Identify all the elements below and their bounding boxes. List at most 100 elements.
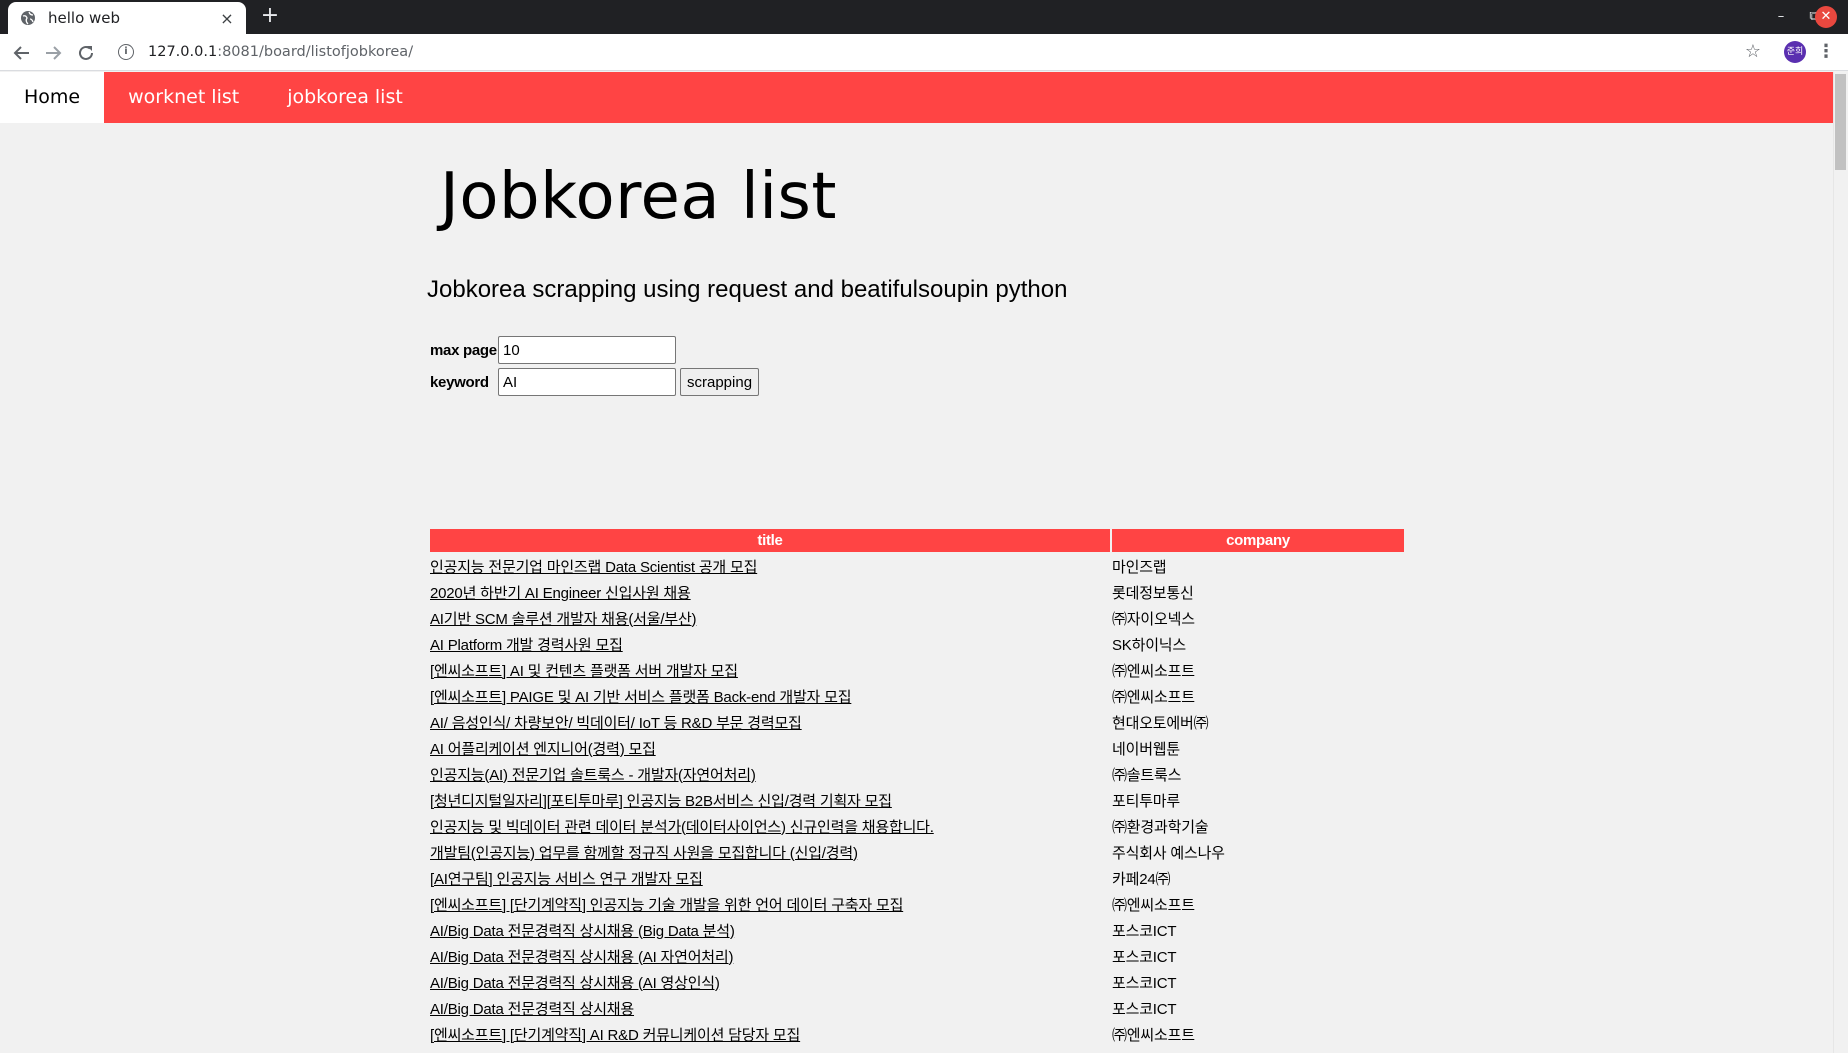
job-title-cell: AI 어플리케이션 엔지니어(경력) 모집 — [430, 736, 1110, 760]
company-cell: ㈜엔씨소프트 — [1112, 1026, 1195, 1044]
job-title-cell: AI/Big Data 전문경력직 상시채용 — [430, 996, 1110, 1020]
browser-tab-strip: hello web × + – ⧉ ✕ — [0, 0, 1848, 34]
company-cell: 현대오토에버㈜ — [1112, 714, 1209, 732]
page-title: Jobkorea list — [440, 160, 837, 234]
job-title-cell: [엔씨소프트] [단기계약직] AI R&D 커뮤니케이션 담당자 모집 — [430, 1022, 1110, 1046]
table-row: AI/Big Data 전문경력직 상시채용 포스코ICT — [430, 996, 1404, 1020]
table-row: AI기반 SCM 솔루션 개발자 채용(서울/부산) ㈜자이오넥스 — [430, 606, 1404, 630]
company-cell: ㈜자이오넥스 — [1112, 610, 1195, 628]
company-cell: 주식회사 예스나우 — [1112, 844, 1225, 862]
job-title-cell: AI기반 SCM 솔루션 개발자 채용(서울/부산) — [430, 606, 1110, 630]
page-subtitle: Jobkorea scrapping using request and bea… — [427, 276, 1068, 303]
job-title-link[interactable]: AI 어플리케이션 엔지니어(경력) 모집 — [430, 741, 656, 758]
job-title-link[interactable]: AI/Big Data 전문경력직 상시채용 (AI 자연어처리) — [430, 949, 734, 966]
job-title-link[interactable]: AI Platform 개발 경력사원 모집 — [430, 637, 623, 654]
job-title-cell: 2020년 하반기 AI Engineer 신입사원 채용 — [430, 580, 1110, 604]
job-title-link[interactable]: 인공지능 전문기업 마인즈랩 Data Scientist 공개 모집 — [430, 559, 757, 576]
company-cell: ㈜엔씨소프트 — [1112, 688, 1195, 706]
company-cell: ㈜엔씨소프트 — [1112, 896, 1195, 914]
job-title-cell: AI Platform 개발 경력사원 모집 — [430, 632, 1110, 656]
company-cell: 롯데정보통신 — [1112, 584, 1194, 602]
job-title-cell: 개발팀(인공지능) 업무를 함께할 정규직 사원을 모집합니다 (신입/경력) — [430, 840, 1110, 864]
job-title-cell: 인공지능(AI) 전문기업 솔트룩스 - 개발자(자연어처리) — [430, 762, 1110, 786]
table-header-row: title company — [430, 529, 1404, 552]
page-viewport: Home worknet list jobkorea list Jobkorea… — [0, 72, 1848, 1053]
company-cell: ㈜환경과학기술 — [1112, 818, 1209, 836]
company-cell: ㈜솔트룩스 — [1112, 766, 1182, 784]
avatar[interactable]: 준희 — [1784, 41, 1806, 63]
job-title-link[interactable]: [AI연구팀] 인공지능 서비스 연구 개발자 모집 — [430, 871, 703, 888]
table-row: [AI연구팀] 인공지능 서비스 연구 개발자 모집 카페24㈜ — [430, 866, 1404, 890]
nav-jobkorea-list[interactable]: jobkorea list — [263, 72, 427, 123]
job-title-link[interactable]: [엔씨소프트] PAIGE 및 AI 기반 서비스 플랫폼 Back-end 개… — [430, 689, 852, 706]
vertical-scrollbar[interactable] — [1833, 72, 1848, 1053]
job-title-link[interactable]: 개발팀(인공지능) 업무를 함께할 정규직 사원을 모집합니다 (신입/경력) — [430, 845, 858, 862]
job-title-link[interactable]: [청년디지털일자리][포티투마루] 인공지능 B2B서비스 신입/경력 기획자 … — [430, 793, 892, 810]
job-title-link[interactable]: 인공지능(AI) 전문기업 솔트룩스 - 개발자(자연어처리) — [430, 767, 756, 784]
reload-icon[interactable] — [73, 40, 99, 66]
job-title-link[interactable]: 인공지능 및 빅데이터 관련 데이터 분석가(데이터사이언스) 신규인력을 채용… — [430, 819, 934, 836]
job-title-cell: [엔씨소프트] PAIGE 및 AI 기반 서비스 플랫폼 Back-end 개… — [430, 684, 1110, 708]
job-title-link[interactable]: AI/Big Data 전문경력직 상시채용 — [430, 1001, 634, 1018]
table-row: AI/Big Data 전문경력직 상시채용 (AI 영상인식) 포스코ICT — [430, 970, 1404, 994]
table-row: 2020년 하반기 AI Engineer 신입사원 채용 롯데정보통신 — [430, 580, 1404, 604]
job-title-link[interactable]: [엔씨소프트] AI 및 컨텐츠 플랫폼 서버 개발자 모집 — [430, 663, 738, 680]
table-row: 인공지능 및 빅데이터 관련 데이터 분석가(데이터사이언스) 신규인력을 채용… — [430, 814, 1404, 838]
column-header-company: company — [1112, 529, 1404, 552]
job-title-cell: AI/Big Data 전문경력직 상시채용 (Big Data 분석) — [430, 918, 1110, 942]
job-title-link[interactable]: AI/ 음성인식/ 차량보안/ 빅데이터/ IoT 등 R&D 부문 경력모집 — [430, 715, 802, 732]
address-bar[interactable]: i 127.0.0.1:8081/board/listofjobkorea/ — [110, 37, 1740, 67]
job-title-cell: [엔씨소프트] [단기계약직] 인공지능 기술 개발을 위한 언어 데이터 구축… — [430, 892, 1110, 916]
table-row: [엔씨소프트] AI 및 컨텐츠 플랫폼 서버 개발자 모집 ㈜엔씨소프트 — [430, 658, 1404, 682]
tab-title: hello web — [48, 9, 121, 27]
job-title-cell: 인공지능 전문기업 마인즈랩 Data Scientist 공개 모집 — [430, 554, 1110, 578]
company-cell: 포티투마루 — [1112, 792, 1181, 810]
keyword-input[interactable] — [498, 368, 676, 396]
table-row: AI/Big Data 전문경력직 상시채용 (AI 자연어처리) 포스코ICT — [430, 944, 1404, 968]
globe-icon — [20, 10, 36, 26]
table-row: 인공지능 전문기업 마인즈랩 Data Scientist 공개 모집 마인즈랩 — [430, 554, 1404, 578]
top-navigation: Home worknet list jobkorea list — [0, 72, 1833, 123]
job-title-link[interactable]: 2020년 하반기 AI Engineer 신입사원 채용 — [430, 585, 691, 602]
scrape-form: max page keyword scrapping — [428, 334, 760, 398]
browser-toolbar: i 127.0.0.1:8081/board/listofjobkorea/ ☆… — [0, 34, 1848, 71]
back-arrow-icon[interactable] — [9, 40, 35, 66]
job-title-link[interactable]: AI/Big Data 전문경력직 상시채용 (Big Data 분석) — [430, 923, 735, 940]
table-row: 개발팀(인공지능) 업무를 함께할 정규직 사원을 모집합니다 (신입/경력) 주… — [430, 840, 1404, 864]
table-row: AI Platform 개발 경력사원 모집 SK하이닉스 — [430, 632, 1404, 656]
info-icon[interactable]: i — [118, 44, 134, 60]
job-title-link[interactable]: [엔씨소프트] [단기계약직] 인공지능 기술 개발을 위한 언어 데이터 구축… — [430, 897, 903, 914]
job-title-cell: [청년디지털일자리][포티투마루] 인공지능 B2B서비스 신입/경력 기획자 … — [430, 788, 1110, 812]
table-row: [엔씨소프트] [단기계약직] AI R&D 커뮤니케이션 담당자 모집 ㈜엔씨소… — [430, 1022, 1404, 1046]
new-tab-button[interactable]: + — [258, 4, 282, 28]
forward-arrow-icon[interactable] — [40, 40, 66, 66]
job-title-cell: AI/ 음성인식/ 차량보안/ 빅데이터/ IoT 등 R&D 부문 경력모집 — [430, 710, 1110, 734]
nav-worknet-list[interactable]: worknet list — [104, 72, 263, 123]
company-cell: 포스코ICT — [1112, 948, 1177, 966]
scrapping-button[interactable]: scrapping — [680, 368, 760, 396]
company-cell: ㈜엔씨소프트 — [1112, 662, 1195, 680]
table-row: AI 어플리케이션 엔지니어(경력) 모집 네이버웹툰 — [430, 736, 1404, 760]
job-title-link[interactable]: [엔씨소프트] [단기계약직] AI R&D 커뮤니케이션 담당자 모집 — [430, 1027, 800, 1044]
job-title-cell: 인공지능 및 빅데이터 관련 데이터 분석가(데이터사이언스) 신규인력을 채용… — [430, 814, 1110, 838]
nav-home[interactable]: Home — [0, 72, 105, 123]
job-title-link[interactable]: AI/Big Data 전문경력직 상시채용 (AI 영상인식) — [430, 975, 720, 992]
table-row: AI/ 음성인식/ 차량보안/ 빅데이터/ IoT 등 R&D 부문 경력모집 현… — [430, 710, 1404, 734]
window-close-icon[interactable]: ✕ — [1815, 6, 1837, 28]
company-cell: 포스코ICT — [1112, 1000, 1177, 1018]
scrollbar-thumb[interactable] — [1835, 74, 1846, 170]
company-cell: 카페24㈜ — [1112, 870, 1171, 888]
job-title-link[interactable]: AI기반 SCM 솔루션 개발자 채용(서울/부산) — [430, 611, 697, 628]
job-title-cell: [AI연구팀] 인공지능 서비스 연구 개발자 모집 — [430, 866, 1110, 890]
company-cell: 마인즈랩 — [1112, 558, 1167, 576]
column-header-title: title — [430, 529, 1110, 552]
star-icon[interactable]: ☆ — [1742, 41, 1764, 63]
browser-tab[interactable]: hello web × — [8, 2, 246, 34]
kebab-menu-icon[interactable]: ⋮ — [1816, 41, 1836, 63]
minimize-icon[interactable]: – — [1770, 6, 1792, 28]
max-page-input[interactable] — [498, 336, 676, 364]
table-row: AI/Big Data 전문경력직 상시채용 (Big Data 분석) 포스코I… — [430, 918, 1404, 942]
company-cell: 포스코ICT — [1112, 922, 1177, 940]
tab-close-icon[interactable]: × — [216, 9, 238, 28]
company-cell: SK하이닉스 — [1112, 636, 1187, 654]
